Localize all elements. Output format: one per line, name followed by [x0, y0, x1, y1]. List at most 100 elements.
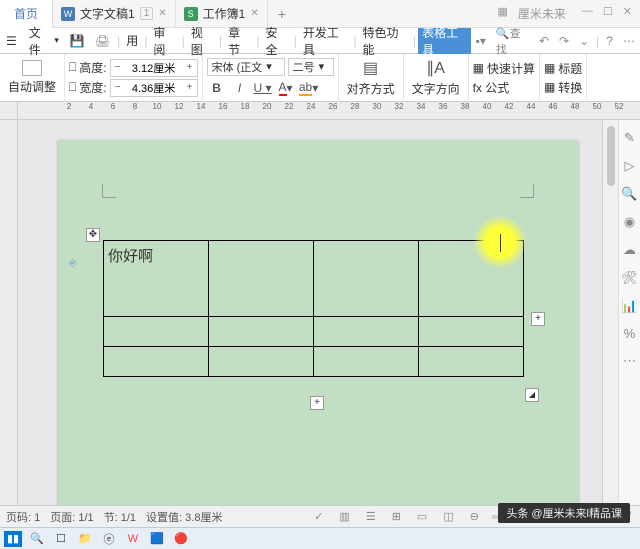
menu-button[interactable]: ☰ — [0, 34, 23, 48]
table-move-handle[interactable]: ✥ — [86, 228, 100, 242]
increase-icon[interactable]: + — [183, 82, 197, 93]
tab-view[interactable]: 视图 — [187, 28, 217, 54]
document-table[interactable]: 你好啊 — [103, 240, 524, 377]
font-size-select[interactable]: 二号▾ — [288, 58, 334, 76]
cog-icon[interactable]: ◉ — [624, 214, 635, 230]
toolbar: 自动调整 ⎕ 高度: − + ⎕ 宽度: − + 宋体 (正文▾ 二号▾ — [0, 54, 640, 102]
tab-review[interactable]: 审阅 — [149, 28, 179, 54]
tab-table-tools[interactable]: 表格工具 — [418, 28, 471, 54]
bold-button[interactable]: B — [207, 78, 227, 98]
print-icon[interactable]: 🖨 — [90, 34, 115, 48]
wps-icon[interactable]: W — [124, 531, 142, 547]
table-cell[interactable] — [419, 241, 524, 317]
browser-icon[interactable]: ⓔ — [100, 531, 118, 547]
new-tab-button[interactable]: + — [268, 6, 296, 22]
table-row[interactable] — [104, 317, 524, 347]
height-input[interactable] — [125, 62, 183, 74]
tab-security[interactable]: 安全 — [262, 28, 292, 54]
underline-button[interactable]: U ▾ — [253, 78, 273, 98]
title-repeat-button[interactable]: ▦ 标题 — [544, 60, 582, 77]
spellcheck-icon[interactable]: ✓ — [311, 510, 326, 523]
vertical-scrollbar[interactable] — [602, 120, 618, 505]
undo-icon[interactable]: ↶ — [534, 34, 554, 48]
table-row[interactable]: 你好啊 — [104, 241, 524, 317]
app-icon[interactable]: ▦ — [497, 5, 507, 22]
select-icon[interactable]: ▷ — [625, 158, 635, 174]
search-taskbar-icon[interactable]: 🔍 — [28, 531, 46, 547]
tab-use[interactable]: 用 — [122, 28, 142, 54]
find-button[interactable]: 🔍查找 — [491, 25, 534, 57]
table-cell[interactable]: 你好啊 — [104, 241, 209, 317]
group-align[interactable]: ▤ 对齐方式 — [339, 54, 404, 102]
maximize-icon[interactable]: ☐ — [603, 5, 613, 22]
width-input[interactable] — [125, 82, 183, 94]
file-menu[interactable]: 文件▾ — [23, 24, 65, 58]
explorer-icon[interactable]: 📁 — [76, 531, 94, 547]
tab-doc-count: 1 — [140, 7, 154, 20]
status-page-no[interactable]: 页码: 1 — [6, 509, 40, 525]
read-view-icon[interactable]: ▭ — [414, 510, 430, 523]
recorder-icon[interactable]: 🔴 — [172, 531, 190, 547]
highlight-button[interactable]: ab▾ — [299, 78, 319, 98]
close-icon[interactable]: ✕ — [158, 8, 166, 19]
redo-icon[interactable]: ↷ — [554, 34, 574, 48]
zoom-out-icon[interactable]: ⊖ — [467, 510, 482, 523]
dropdown-icon[interactable]: ▪▾ — [471, 34, 491, 48]
decrease-icon[interactable]: − — [111, 62, 125, 73]
taskview-icon[interactable]: ☐ — [52, 531, 70, 547]
another-view-icon[interactable]: ◫ — [440, 510, 456, 523]
save-icon[interactable]: 💾 — [65, 34, 90, 48]
group-text-direction[interactable]: ∥A 文字方向 — [404, 54, 469, 102]
group-auto-adjust[interactable]: 自动调整 — [0, 54, 65, 102]
tab-special[interactable]: 特色功能 — [359, 28, 412, 54]
close-window-icon[interactable]: ✕ — [623, 5, 632, 22]
tab-devtools[interactable]: 开发工具 — [299, 28, 352, 54]
font-name-select[interactable]: 宋体 (正文▾ — [207, 58, 285, 76]
width-spinner[interactable]: − + — [110, 79, 198, 97]
increase-icon[interactable]: + — [183, 62, 197, 73]
add-row-handle[interactable]: + — [310, 396, 324, 410]
cloud-icon[interactable]: ☁ — [623, 242, 636, 258]
ribbon-tabs: ☰ 文件▾ 💾 🖨 | 用| 审阅| 视图| 章节| 安全| 开发工具| 特色功… — [0, 28, 640, 54]
document-canvas[interactable]: ✥ ⎆ 你好啊 + + ◢ — [18, 120, 602, 505]
percent-icon[interactable]: % — [624, 326, 636, 341]
add-column-handle[interactable]: + — [531, 312, 545, 326]
formula-button[interactable]: fx 公式 — [473, 79, 535, 96]
height-spinner[interactable]: − + — [110, 59, 198, 77]
close-icon[interactable]: ✕ — [250, 8, 258, 19]
start-icon[interactable]: ▮▮ — [4, 531, 22, 547]
outline-view-icon[interactable]: ☰ — [363, 510, 379, 523]
search-icon[interactable]: 🔍 — [621, 186, 637, 202]
more-icon[interactable]: ⋯ — [618, 34, 640, 48]
group-size: ⎕ 高度: − + ⎕ 宽度: − + — [65, 54, 203, 102]
window-buttons: ▦ 厘米未来 — ☐ ✕ — [497, 5, 640, 22]
tab-sheet[interactable]: S 工作簿1 ✕ — [176, 0, 268, 28]
table-cell[interactable] — [314, 241, 419, 317]
web-view-icon[interactable]: ⊞ — [389, 510, 404, 523]
layout-view-icon[interactable]: ▥ — [336, 510, 352, 523]
quick-calc-button[interactable]: ▦ 快速计算 — [473, 60, 535, 77]
decrease-icon[interactable]: − — [111, 82, 125, 93]
font-color-button[interactable]: A▾ — [276, 78, 296, 98]
edit-icon[interactable]: ✎ — [624, 130, 635, 146]
help-icon[interactable]: ? — [601, 34, 618, 48]
convert-button[interactable]: ▦ 转换 — [544, 79, 582, 96]
width-label: 宽度: — [79, 79, 106, 96]
status-page[interactable]: 页面: 1/1 — [50, 509, 93, 525]
page[interactable]: ✥ ⎆ 你好啊 + + ◢ — [58, 140, 578, 505]
more-tools-icon[interactable]: ⋯ — [623, 353, 636, 369]
chart-icon[interactable]: 📊 — [621, 298, 637, 314]
app-icon[interactable]: 🟦 — [148, 531, 166, 547]
tab-section[interactable]: 章节 — [224, 28, 254, 54]
table-row[interactable] — [104, 347, 524, 377]
status-section[interactable]: 节: 1/1 — [104, 509, 136, 525]
resize-handle[interactable]: ◢ — [525, 388, 539, 402]
italic-button[interactable]: I — [230, 78, 250, 98]
table-cell[interactable] — [209, 241, 314, 317]
minimize-icon[interactable]: — — [582, 5, 593, 22]
collapse-icon[interactable]: ⌄ — [574, 34, 594, 48]
tools-icon[interactable]: 🛠 — [621, 270, 638, 286]
scrollbar-thumb[interactable] — [607, 126, 615, 186]
vertical-ruler[interactable] — [0, 120, 18, 505]
horizontal-ruler[interactable]: 2468101214161820222426283032343638404244… — [0, 102, 640, 120]
